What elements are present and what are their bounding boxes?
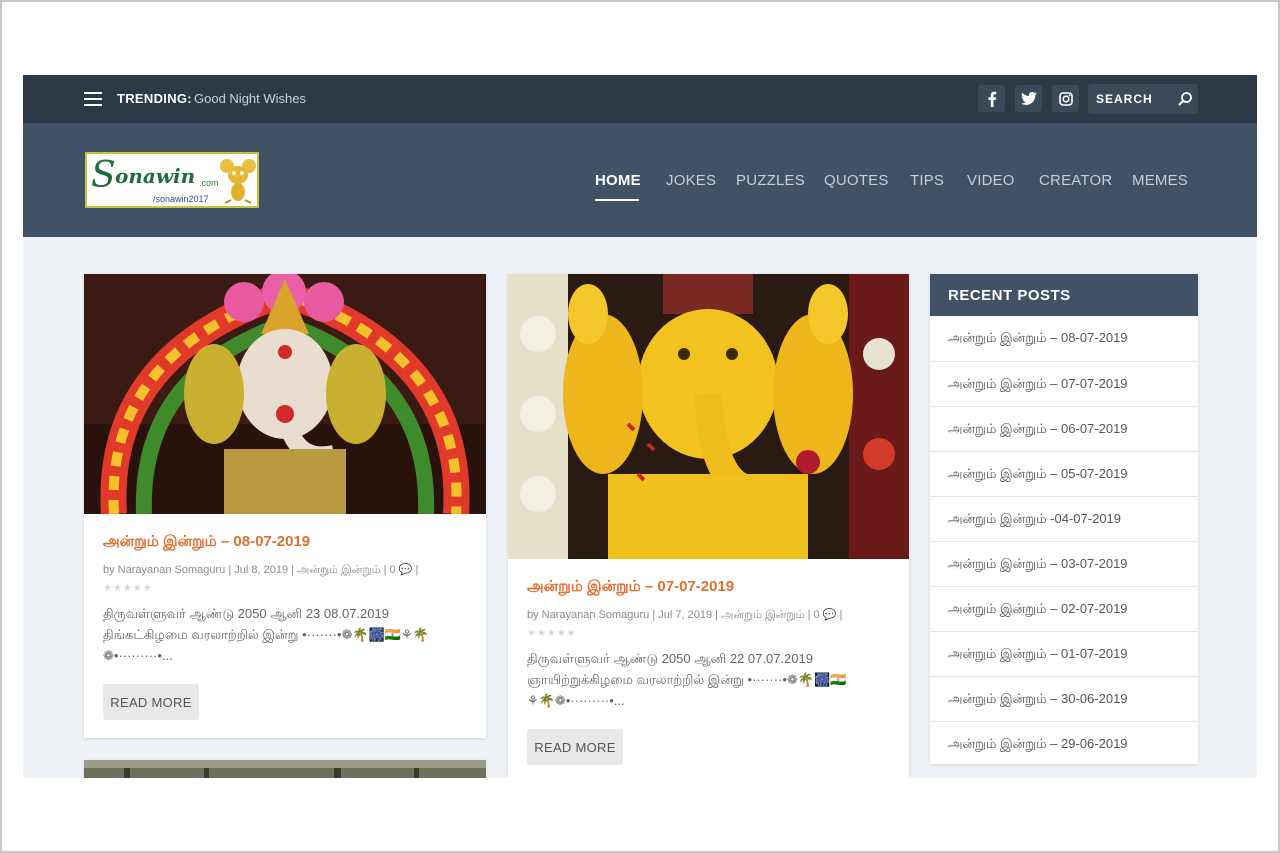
facebook-icon[interactable] [978,85,1005,112]
ganesha-image [84,274,486,514]
nav-puzzles[interactable]: PUZZLES [736,172,805,189]
search-input[interactable] [1096,90,1166,108]
logo-brand: onawin [115,164,196,188]
recent-post-link[interactable]: அன்றும் இன்றும் – 03-07-2019 [948,556,1128,573]
recent-posts-widget: RECENT POSTS அன்றும் இன்றும் – 08-07-201… [930,274,1198,764]
excerpt-line: திருவள்ளுவர் ஆண்டு 2050 ஆனி 23 08.07.201… [103,606,389,621]
nav-jokes[interactable]: JOKES [666,172,716,189]
nav-tips[interactable]: TIPS [910,172,944,189]
menu-icon[interactable] [84,92,102,106]
recent-post-link[interactable]: அன்றும் இன்றும் – 29-06-2019 [948,736,1128,753]
excerpt-line: ❁•·········•... [103,648,173,663]
nav-memes[interactable]: MEMES [1132,172,1188,189]
post-author[interactable]: by Narayanan Somaguru [103,564,225,576]
excerpt-line: திங்கட்கிழமை வரலாற்றில் இன்று •·······•❁… [103,627,429,642]
post-excerpt: திருவள்ளுவர் ஆண்டு 2050 ஆனி 23 08.07.201… [103,603,473,666]
logo-letter: S [91,155,116,196]
recent-post-link[interactable]: அன்றும் இன்றும் – 30-06-2019 [948,691,1128,708]
site-header: S onawin .com /sonawin2017 HOME JOKES PU… [23,123,1257,237]
mouse-mascot-icon [220,159,256,204]
comment-icon: 💬 [822,609,837,621]
recent-post-item[interactable]: அன்றும் இன்றும் – 06-07-2019 [930,406,1198,451]
post-date: Jul 8, 2019 [234,564,289,576]
post-thumbnail[interactable] [84,760,486,778]
nav-home[interactable]: HOME [595,172,641,189]
comment-icon: 💬 [398,564,413,576]
recent-post-link[interactable]: அன்றும் இன்றும் -04-07-2019 [948,511,1121,528]
recent-post-item[interactable]: அன்றும் இன்றும் – 07-07-2019 [930,361,1198,406]
post-comments[interactable]: 0 [390,564,396,576]
excerpt-line: ஞாயிற்றுக்கிழமை வரலாற்றில் இன்று •······… [527,672,847,687]
recent-post-item[interactable]: அன்றும் இன்றும் – 05-07-2019 [930,451,1198,496]
post-thumbnail[interactable] [508,274,909,559]
recent-post-item[interactable]: அன்றும் இன்றும் – 03-07-2019 [930,541,1198,586]
ganesha-image [508,274,909,559]
widget-header: RECENT POSTS [930,274,1198,316]
recent-post-item[interactable]: அன்றும் இன்றும் -04-07-2019 [930,496,1198,541]
logo-facebook-handle: /sonawin2017 [153,194,209,204]
post-card [84,760,486,778]
nav-video[interactable]: VIDEO [967,172,1015,189]
nav-creator[interactable]: CREATOR [1039,172,1112,189]
recent-post-link[interactable]: அன்றும் இன்றும் – 08-07-2019 [948,330,1128,347]
landscape-image [84,760,486,778]
nav-quotes[interactable]: QUOTES [824,172,889,189]
recent-post-link[interactable]: அன்றும் இன்றும் – 05-07-2019 [948,466,1128,483]
rating-stars: ★★★★★ [527,628,577,639]
recent-post-item[interactable]: அன்றும் இன்றும் – 29-06-2019 [930,721,1198,766]
post-category[interactable]: அன்றும் இன்றும் [721,609,804,621]
twitter-icon[interactable] [1015,85,1042,112]
widget-title: RECENT POSTS [948,287,1071,304]
instagram-icon[interactable] [1052,85,1079,112]
post-comments[interactable]: 0 [814,609,820,621]
post-meta: by Narayanan Somaguru | Jul 7, 2019 | அன… [527,609,843,621]
nav-active-indicator [595,199,639,201]
logo-domain: .com [199,178,219,188]
rating-stars: ★★★★★ [103,583,153,594]
post-date: Jul 7, 2019 [658,609,713,621]
recent-post-link[interactable]: அன்றும் இன்றும் – 07-07-2019 [948,376,1128,393]
recent-post-item[interactable]: அன்றும் இன்றும் – 30-06-2019 [930,676,1198,721]
post-thumbnail[interactable] [84,274,486,514]
post-card: அன்றும் இன்றும் – 08-07-2019 by Narayana… [84,274,486,738]
recent-post-link[interactable]: அன்றும் இன்றும் – 02-07-2019 [948,601,1128,618]
excerpt-line: திருவள்ளுவர் ஆண்டு 2050 ஆனி 22 07.07.201… [527,651,813,666]
top-bar: TRENDING: Good Night Wishes [23,75,1257,123]
trending-label: TRENDING: [117,91,192,106]
post-title[interactable]: அன்றும் இன்றும் – 08-07-2019 [103,533,310,552]
read-more-button[interactable]: READ MORE [103,684,199,720]
recent-post-link[interactable]: அன்றும் இன்றும் – 01-07-2019 [948,646,1128,663]
site-logo[interactable]: S onawin .com /sonawin2017 [85,152,259,208]
read-more-button[interactable]: READ MORE [527,729,623,765]
post-author[interactable]: by Narayanan Somaguru [527,609,649,621]
search-icon[interactable] [1177,91,1193,107]
post-category[interactable]: அன்றும் இன்றும் [297,564,380,576]
trending-link[interactable]: Good Night Wishes [194,91,306,106]
recent-post-item[interactable]: அன்றும் இன்றும் – 08-07-2019 [930,316,1198,361]
post-meta: by Narayanan Somaguru | Jul 8, 2019 | அன… [103,564,419,576]
post-title[interactable]: அன்றும் இன்றும் – 07-07-2019 [527,578,734,597]
recent-post-link[interactable]: அன்றும் இன்றும் – 06-07-2019 [948,421,1128,438]
post-card: அன்றும் இன்றும் – 07-07-2019 by Narayana… [508,274,909,778]
recent-post-item[interactable]: அன்றும் இன்றும் – 01-07-2019 [930,631,1198,676]
post-excerpt: திருவள்ளுவர் ஆண்டு 2050 ஆனி 22 07.07.201… [527,648,897,711]
search-box [1088,84,1198,114]
excerpt-line: ⚘🌴❁•·········•... [527,693,625,708]
website: TRENDING: Good Night Wishes S onawin .co… [23,75,1257,778]
recent-post-item[interactable]: அன்றும் இன்றும் – 02-07-2019 [930,586,1198,631]
